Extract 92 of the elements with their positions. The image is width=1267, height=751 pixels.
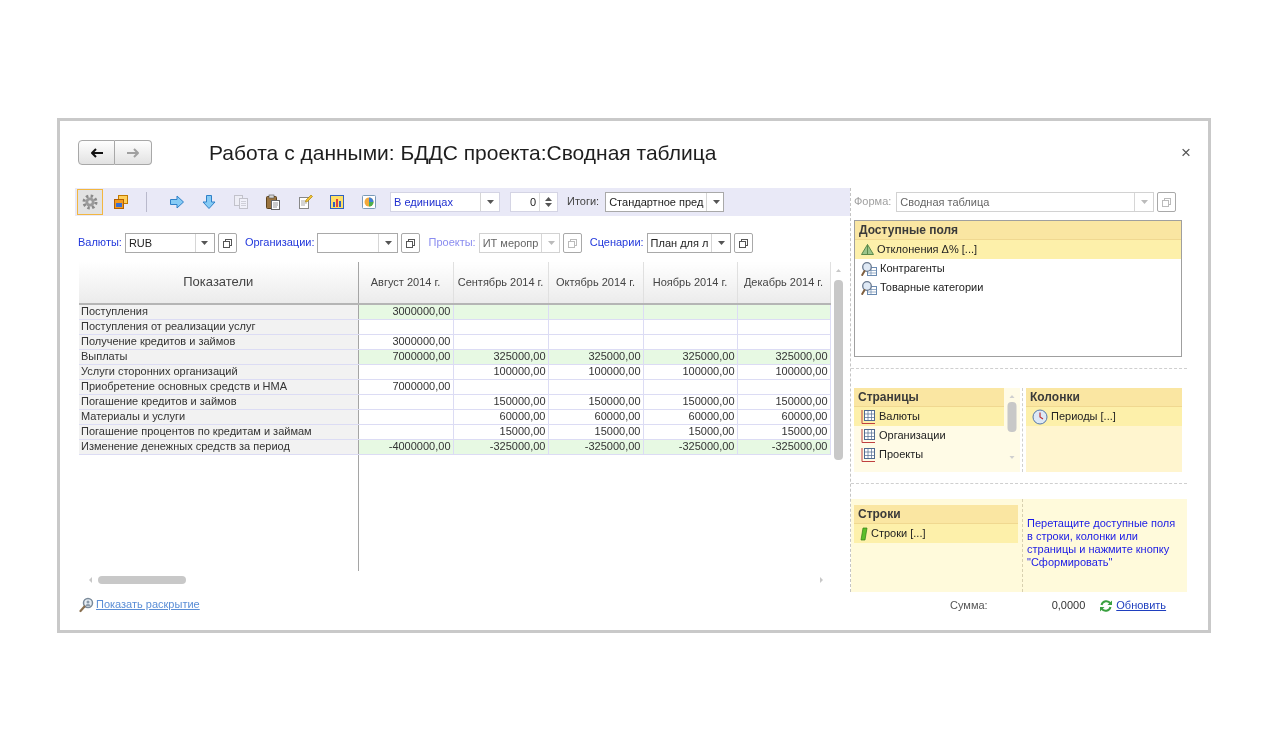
page-item[interactable]: Валюты — [854, 407, 1004, 426]
page-item[interactable]: Проекты — [854, 445, 1004, 464]
back-button[interactable] — [78, 140, 115, 165]
overlapping-squares-icon — [406, 238, 416, 248]
field-item[interactable]: Контрагенты — [855, 259, 1181, 278]
note-icon[interactable] — [297, 194, 313, 210]
magnifier-icon — [861, 279, 877, 296]
show-details-link[interactable]: Показать раскрытие — [96, 598, 200, 612]
column-header: Ноябрь 2014 г. — [643, 262, 737, 304]
table-cell: 150000,00 — [453, 394, 548, 409]
hint-text: Перетащите доступные поля в строки, колонки или страницы и нажмите кнопку "Сформировать" — [1027, 517, 1177, 569]
table-cell: 60000,00 — [453, 409, 548, 424]
column-header: Сентябрь 2014 г. — [453, 262, 548, 304]
table-cell: 100000,00 — [548, 364, 643, 379]
table-icon — [860, 446, 876, 463]
caret-icon — [201, 241, 209, 245]
column-header: Август 2014 г. — [358, 262, 453, 304]
panel-title: Доступные поля — [855, 221, 1181, 240]
totals-label: Итоги: — [567, 195, 600, 209]
table-cell: 15000,00 — [737, 424, 830, 439]
filter-label: Организации: — [244, 236, 315, 250]
refresh-icon[interactable] — [1099, 599, 1114, 613]
table-cell: 15000,00 — [453, 424, 548, 439]
toggle-button[interactable] — [77, 189, 103, 215]
field-item[interactable]: Отклонения Δ% [...] — [855, 240, 1181, 259]
row-item[interactable]: Строки [...] — [854, 524, 1018, 543]
table-cell: 7000000,00 — [358, 379, 453, 394]
precision-spinner[interactable]: 0 — [510, 192, 558, 212]
refresh-link[interactable]: Обновить — [1116, 599, 1167, 613]
field-item[interactable]: Товарные категории — [855, 278, 1181, 297]
paste-icon[interactable] — [265, 194, 281, 210]
vertical-scrollbar[interactable] — [832, 266, 844, 462]
caret-icon — [717, 241, 725, 245]
spin-arrows-icon[interactable] — [545, 196, 552, 208]
caret-icon — [712, 200, 720, 204]
table-cell: 150000,00 — [737, 394, 830, 409]
table-cell: 15000,00 — [643, 424, 737, 439]
caret-icon — [385, 241, 392, 245]
overlapping-squares-icon — [222, 238, 232, 248]
table-cell: 100000,00 — [453, 364, 548, 379]
open-button[interactable] — [217, 233, 237, 253]
table-cell: 100000,00 — [643, 364, 737, 379]
close-button[interactable]: × — [1179, 144, 1193, 161]
filter-label: Валюты: — [78, 236, 122, 250]
sum-label: Сумма: — [950, 599, 988, 613]
filter-field[interactable]: План для л — [646, 233, 731, 253]
vertical-scrollbar[interactable] — [1006, 394, 1018, 460]
pie-chart-icon[interactable] — [361, 194, 377, 210]
form-label: Форма: — [854, 195, 892, 209]
sum-value: 0,0000 — [1051, 599, 1086, 613]
column-item[interactable]: Периоды [...] — [1026, 407, 1182, 426]
arrow-right-icon[interactable] — [169, 194, 185, 210]
stick-icon — [860, 526, 868, 541]
table-cell: 60000,00 — [737, 409, 830, 424]
filter-label: Проекты: — [428, 236, 476, 250]
column-header: Декабрь 2014 г. — [737, 262, 830, 304]
table-cell: 150000,00 — [643, 394, 737, 409]
open-button[interactable] — [733, 233, 753, 253]
units-dropdown[interactable]: В единицах — [390, 192, 500, 212]
filter-label: Сценарии: — [589, 236, 644, 250]
clock-icon — [1032, 408, 1048, 425]
caret-icon — [547, 241, 555, 245]
caret-icon — [1140, 200, 1148, 204]
table-cell: 15000,00 — [548, 424, 643, 439]
overlapping-squares-icon — [567, 238, 577, 248]
panel-title: Колонки — [1026, 388, 1182, 407]
filter-field[interactable]: RUB — [124, 233, 215, 253]
overlapping-squares-icon — [1162, 197, 1172, 207]
caret-icon — [486, 200, 494, 204]
panel-title: Страницы — [854, 388, 1004, 407]
triangle-icon — [861, 244, 874, 255]
table-icon — [860, 427, 876, 444]
table-cell: 60000,00 — [548, 409, 643, 424]
page-item[interactable]: Организации — [854, 426, 1004, 445]
column-header: Октябрь 2014 г. — [548, 262, 643, 304]
table-cell: 3000000,00 — [358, 334, 453, 349]
window-title: Работа с данными: БДДС проекта:Сводная таблица — [209, 140, 718, 165]
arrow-down-icon[interactable] — [201, 194, 217, 210]
table-cell: 100000,00 — [737, 364, 830, 379]
bar-chart-icon[interactable] — [329, 194, 345, 210]
filter-field[interactable] — [317, 233, 399, 253]
table-cell: 150000,00 — [548, 394, 643, 409]
windows-icon[interactable] — [113, 194, 129, 210]
open-button[interactable] — [401, 233, 421, 253]
column-header: Показатели — [79, 262, 358, 304]
overlapping-squares-icon — [738, 238, 748, 248]
panel-title: Строки — [854, 505, 1018, 524]
magnifier-icon — [79, 597, 95, 613]
table-cell: 60000,00 — [643, 409, 737, 424]
magnifier-icon — [861, 260, 877, 277]
table-icon — [860, 408, 876, 425]
totals-dropdown[interactable]: Стандартное пред — [605, 192, 725, 212]
